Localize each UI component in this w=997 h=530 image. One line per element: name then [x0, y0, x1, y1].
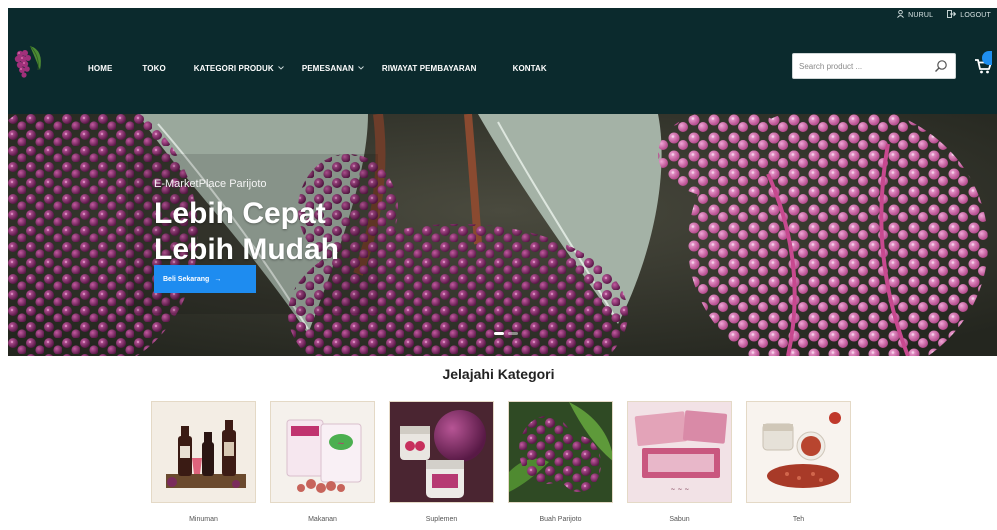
svg-text:~: ~: [337, 439, 345, 449]
search-input[interactable]: [799, 59, 929, 74]
nav-label: KATEGORI PRODUK: [193, 64, 274, 73]
logout-icon: [947, 10, 957, 20]
category-image: [508, 401, 613, 503]
slider-dot[interactable]: [494, 332, 504, 335]
slider-dots: [494, 332, 518, 335]
slider-dot[interactable]: [508, 332, 518, 335]
brand-logo[interactable]: [10, 40, 46, 86]
hero-title-line1: Lebih Cepat: [154, 197, 326, 230]
user-icon: [897, 9, 904, 20]
category-label: Minuman: [189, 516, 218, 523]
topbar: NURUL LOGOUT: [897, 9, 991, 20]
category-image: [746, 401, 851, 503]
category-makanan[interactable]: ~ Makanan: [270, 401, 375, 523]
category-list: Minuman ~ Makanan Suplemen Buah Parijoto…: [151, 401, 851, 523]
chevron-down-icon: [277, 65, 284, 72]
category-label: Sabun: [669, 516, 690, 523]
nav-label: TOKO: [142, 64, 166, 73]
hero-text: E-MarketPlace Parijoto Lebih Cepat Lebih…: [154, 178, 339, 268]
arrow-right-icon: →: [214, 275, 222, 283]
category-minuman[interactable]: Minuman: [151, 401, 256, 523]
nav-toko[interactable]: TOKO: [142, 64, 165, 73]
nav-label: RIWAYAT PEMBAYARAN: [381, 64, 477, 73]
nav-riwayat-pembayaran[interactable]: RIWAYAT PEMBAYARAN: [382, 64, 477, 73]
nav-pemesanan[interactable]: PEMESANAN: [302, 64, 364, 73]
category-image: [389, 401, 494, 503]
category-label: Suplemen: [425, 516, 458, 523]
category-suplemen[interactable]: Suplemen: [389, 401, 494, 523]
category-image: ~: [270, 401, 375, 503]
logout-label: LOGOUT: [960, 11, 991, 19]
chevron-down-icon: [358, 65, 364, 72]
hero-title-line2: Lebih Mudah: [154, 233, 339, 266]
logout-link[interactable]: LOGOUT: [947, 10, 991, 20]
category-image: [151, 401, 256, 503]
buy-now-button[interactable]: Beli Sekarang →: [154, 265, 256, 293]
search-box: [792, 53, 956, 79]
category-label: Teh: [792, 516, 805, 523]
category-teh[interactable]: Teh: [746, 401, 851, 523]
category-label: Buah Parijoto: [539, 516, 582, 523]
nav-home[interactable]: HOME: [88, 64, 112, 73]
user-link[interactable]: NURUL: [897, 9, 934, 20]
site-header: NURUL LOGOUT HOME TOKO KATEGORI PRODUK P…: [8, 8, 997, 114]
nav-label: KONTAK: [512, 64, 547, 73]
buy-now-label: Beli Sekarang: [163, 275, 210, 283]
category-image: ~ ~ ~: [627, 401, 732, 503]
nav-label: HOME: [88, 64, 113, 73]
search-icon[interactable]: [933, 58, 949, 74]
nav-label: PEMESANAN: [301, 64, 354, 73]
hero-banner: E-MarketPlace Parijoto Lebih Cepat Lebih…: [8, 114, 997, 356]
svg-text:~ ~ ~: ~ ~ ~: [671, 486, 690, 493]
hero-subtitle: E-MarketPlace Parijoto: [154, 178, 267, 190]
category-buah-parijoto[interactable]: Buah Parijoto: [508, 401, 613, 523]
main-nav: HOME TOKO KATEGORI PRODUK PEMESANAN RIWA…: [88, 64, 547, 73]
section-title: Jelajahi Kategori: [442, 366, 555, 382]
category-label: Makanan: [308, 516, 337, 523]
category-sabun[interactable]: ~ ~ ~ Sabun: [627, 401, 732, 523]
user-name: NURUL: [908, 11, 934, 19]
nav-kontak[interactable]: KONTAK: [513, 64, 547, 73]
cart-count-badge[interactable]: [982, 51, 992, 65]
nav-kategori-produk[interactable]: KATEGORI PRODUK: [194, 64, 284, 73]
